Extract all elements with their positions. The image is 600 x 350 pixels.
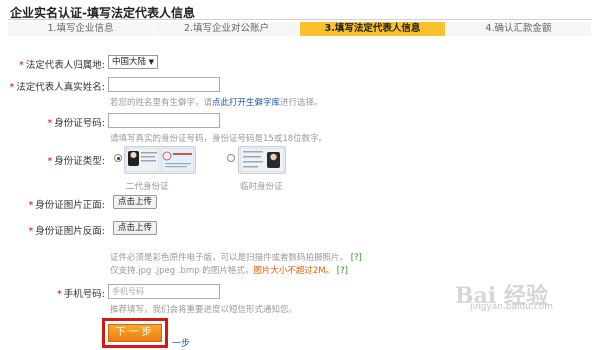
id-card-illustration xyxy=(125,147,195,173)
required-star: * xyxy=(47,156,53,167)
second-gen-label: 二代身份证 xyxy=(126,182,169,192)
step-1: 1.填写企业信息 xyxy=(8,22,154,36)
required-star: * xyxy=(19,60,24,71)
id-number-input[interactable] xyxy=(108,113,220,128)
help-icon[interactable]: [?] xyxy=(337,266,348,276)
id-type-label: * 身份证类型: xyxy=(47,156,105,167)
upload-hint-line2: 仅支持.jpg .jpeg .bmp 的图片格式，图片大小不超过2M。 [?] xyxy=(110,266,348,276)
step-4: 4.确认汇款金额 xyxy=(446,22,592,36)
phone-input[interactable]: 手机号码 xyxy=(108,284,220,299)
phone-label: * 手机号码: xyxy=(57,289,105,300)
chevron-down-icon: ▼ xyxy=(148,58,154,66)
upload-front-button[interactable]: 点击上传 xyxy=(113,195,158,209)
second-gen-id-card-image xyxy=(124,146,196,174)
id-number-hint: 请填写真实的身份证号码，身份证号码是15或18位数字。 xyxy=(110,134,328,144)
id-type-radio-second-gen[interactable] xyxy=(114,154,122,162)
phone-hint: 推荐填写，我们会将重要进度以短信形式通知您。 xyxy=(110,305,298,315)
required-star: * xyxy=(28,200,34,211)
id-type-radio-temporary[interactable] xyxy=(227,154,235,162)
next-button-highlight: 下一步 xyxy=(102,318,168,348)
temporary-id-card-image xyxy=(238,146,286,174)
region-select[interactable]: 中国大陆 ▼ xyxy=(108,55,158,69)
required-star: * xyxy=(47,118,53,129)
upload-hint-line1: 证件必须是彩色原件电子版，可以是扫描件或者数码拍摄照片。 [?] xyxy=(110,253,362,263)
progress-steps: 1.填写企业信息 2.填写企业对公账户 3.填写法定代表人信息 4.确认汇款金额 xyxy=(8,22,592,36)
required-star: * xyxy=(57,289,62,300)
required-star: * xyxy=(28,226,34,237)
id-number-label: * 身份证号码: xyxy=(47,118,105,129)
temp-id-card-illustration xyxy=(239,147,285,173)
title-divider xyxy=(8,19,592,20)
step-3-active: 3.填写法定代表人信息 xyxy=(300,22,446,36)
region-label: * 法定代表人归属地: xyxy=(19,60,105,71)
watermark-url: jingyan.baidu.com xyxy=(470,302,554,312)
next-button[interactable]: 下一步 xyxy=(108,324,162,342)
rare-char-link[interactable]: 点此打开生僻字库 xyxy=(212,98,280,108)
back-label: * 身份证图片反面: xyxy=(28,226,105,237)
step-2: 2.填写企业对公账户 xyxy=(154,22,300,36)
front-label: * 身份证图片正面: xyxy=(28,200,105,211)
prev-step-link[interactable]: 一步 xyxy=(172,336,190,349)
name-input[interactable] xyxy=(108,77,220,92)
help-icon[interactable]: [?] xyxy=(351,253,362,263)
name-label: * 法定代表人真实姓名: xyxy=(9,82,105,93)
temporary-label: 临时身份证 xyxy=(240,182,283,192)
name-hint: 若您的姓名里有生僻字，请点此打开生僻字库进行选择。 xyxy=(110,98,323,108)
upload-back-button[interactable]: 点击上传 xyxy=(113,221,158,235)
required-star: * xyxy=(9,82,15,93)
